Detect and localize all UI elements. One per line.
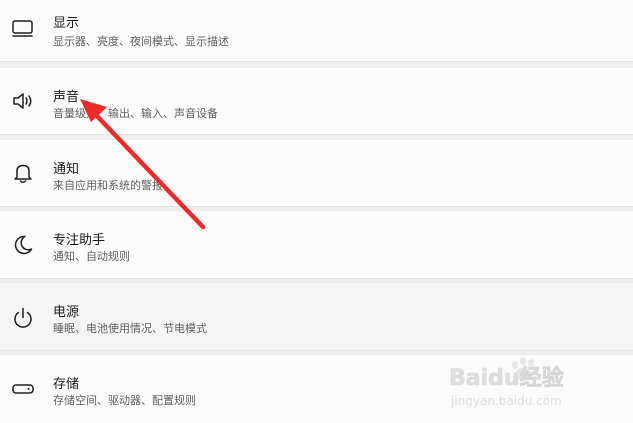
drive-icon xyxy=(10,376,36,402)
settings-item-title: 通知 xyxy=(53,162,80,177)
settings-item-subtitle: 音量级别、输出、输入、声音设备 xyxy=(53,107,218,120)
settings-item-focus-assist[interactable]: 专注助手 通知、自动规则 xyxy=(0,210,633,279)
settings-item-title: 存储 xyxy=(53,377,80,392)
settings-item-power[interactable]: 电源 睡眠、电池使用情况、节电模式 xyxy=(0,282,633,351)
settings-item-title: 专注助手 xyxy=(53,233,106,248)
speaker-icon xyxy=(10,88,36,114)
settings-item-display[interactable]: 显示 显示器、亮度、夜间模式、显示描述 xyxy=(0,0,633,62)
settings-page: 显示 显示器、亮度、夜间模式、显示描述 声音 音量级别、输出、输入、声音设备 通… xyxy=(0,0,633,423)
settings-item-subtitle: 来自应用和系统的警报 xyxy=(53,179,163,192)
settings-item-subtitle: 显示器、亮度、夜间模式、显示描述 xyxy=(53,35,229,48)
settings-item-subtitle: 存储空间、驱动器、配置规则 xyxy=(53,394,196,407)
bell-icon xyxy=(10,160,36,186)
settings-item-title: 声音 xyxy=(53,90,80,105)
settings-item-sound[interactable]: 声音 音量级别、输出、输入、声音设备 xyxy=(0,67,633,135)
settings-item-notifications[interactable]: 通知 来自应用和系统的警报 xyxy=(0,139,633,207)
settings-item-subtitle: 睡眠、电池使用情况、节电模式 xyxy=(53,322,207,335)
monitor-icon xyxy=(10,15,36,41)
power-icon xyxy=(10,305,36,331)
settings-item-storage[interactable]: 存储 存储空间、驱动器、配置规则 xyxy=(0,354,633,423)
settings-item-title: 显示 xyxy=(53,16,80,31)
moon-icon xyxy=(10,232,36,258)
settings-item-title: 电源 xyxy=(53,305,80,320)
settings-item-subtitle: 通知、自动规则 xyxy=(53,250,130,263)
